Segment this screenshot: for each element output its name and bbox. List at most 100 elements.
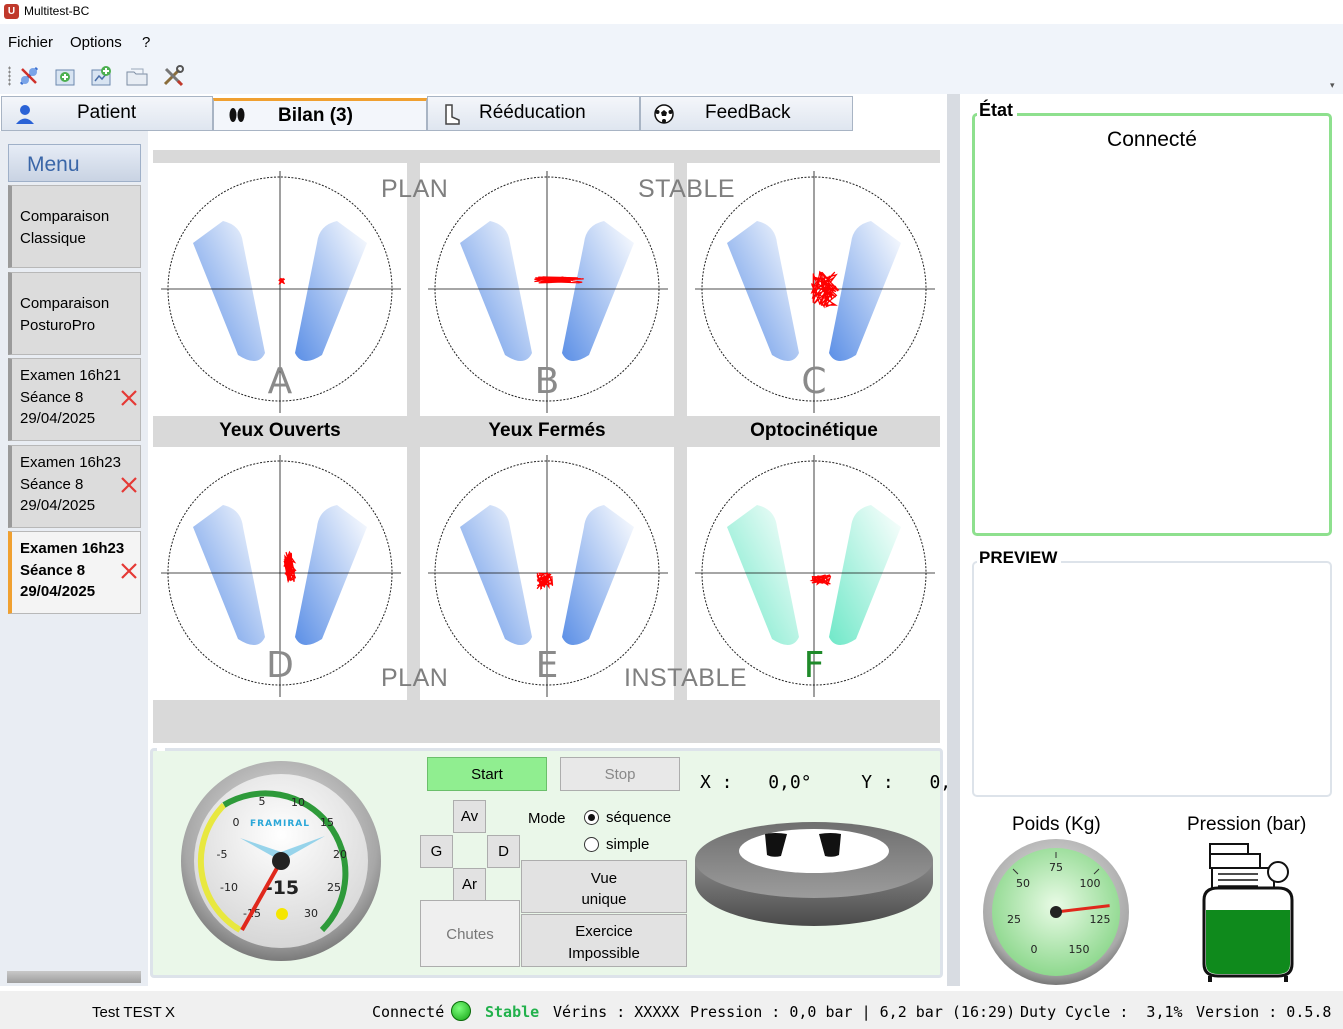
status-box-title: État [977, 100, 1018, 121]
close-patient-button[interactable]: X [165, 1004, 175, 1021]
tab-patient[interactable]: Patient [1, 96, 213, 131]
delete-exam-icon[interactable] [120, 562, 138, 580]
right-foot [562, 505, 634, 646]
move-left-button[interactable]: G [420, 835, 453, 868]
tools-icon[interactable] [161, 64, 185, 88]
soccer-ball-icon [653, 103, 675, 125]
weight-tick: 125 [1090, 913, 1111, 926]
tab-feedback-label: FeedBack [705, 102, 791, 123]
title-bar [0, 0, 1343, 24]
exam-date: 29/04/2025 [20, 583, 96, 600]
comparaison-classique-button[interactable]: Comparaison Classique [8, 185, 141, 268]
vue-unique-line2: unique [581, 891, 627, 908]
sway-trace [278, 277, 286, 285]
weight-gauge: 75 50 100 25 125 0 150 [982, 838, 1130, 986]
move-right-button[interactable]: D [487, 835, 520, 868]
exam-time: Examen 16h23 [20, 540, 125, 557]
weight-tick: 0 [1031, 943, 1038, 956]
side-item-line1: Comparaison [20, 208, 110, 225]
toolbar-grip[interactable] [8, 66, 11, 86]
move-back-button[interactable]: Ar [453, 868, 486, 901]
exam-time: Examen 16h23 [20, 454, 121, 471]
window-title: Multitest-BC [24, 4, 90, 18]
gauge-tick: 5 [259, 795, 266, 808]
stabilogram-a[interactable]: A [153, 163, 407, 416]
weight-tick: 100 [1080, 877, 1101, 890]
gauge-tick: 25 [327, 881, 341, 894]
chutes-button[interactable]: Chutes [420, 900, 520, 967]
stabilogram-e[interactable]: E [420, 447, 674, 700]
column-label-yeux-fermes: Yeux Fermés [488, 420, 606, 441]
panel-splitter[interactable] [947, 94, 960, 986]
menu-fichier[interactable]: Fichier [8, 34, 53, 51]
menu-options[interactable]: Options [70, 34, 122, 51]
gauge-tick: 10 [291, 796, 305, 809]
tab-feedback[interactable]: FeedBack [640, 96, 853, 131]
mode-simple-label[interactable]: simple [606, 836, 649, 853]
plan-label-bottom: PLAN [381, 664, 449, 692]
gauge-tick: -10 [220, 881, 238, 894]
exercice-impossible-button[interactable]: Exercice Impossible [521, 914, 687, 967]
stop-button[interactable]: Stop [560, 757, 680, 791]
left-foot [460, 221, 532, 362]
side-panel-scrollbar[interactable] [7, 971, 141, 983]
mode-sequence-radio[interactable] [583, 809, 600, 831]
exam-item-1[interactable]: Examen 16h21 Séance 8 29/04/2025 [8, 358, 141, 441]
add-patient-icon[interactable] [53, 64, 77, 88]
right-foot [295, 505, 367, 646]
cell-letter: E [536, 645, 559, 686]
tab-bilan[interactable]: Bilan (3) [213, 98, 427, 131]
status-pressure: Pression : 0,0 bar | 6,2 bar (16:29) [690, 1003, 1016, 1021]
cell-letter: A [268, 361, 293, 402]
disconnect-icon[interactable] [17, 64, 41, 88]
stabilogram-b[interactable]: B [420, 163, 674, 416]
delete-exam-icon[interactable] [120, 476, 138, 494]
connection-led-icon [451, 1001, 471, 1021]
sway-trace [809, 574, 832, 587]
comparaison-posturopro-button[interactable]: Comparaison PosturoPro [8, 272, 141, 355]
column-label-yeux-ouverts: Yeux Ouverts [219, 420, 341, 441]
stable-label: STABLE [638, 175, 736, 203]
app-logo: U [4, 4, 19, 19]
gauge-tick: 0 [233, 816, 240, 829]
exam-item-3[interactable]: Examen 16h23 Séance 8 29/04/2025 [8, 531, 141, 614]
move-forward-button[interactable]: Av [453, 800, 486, 833]
column-label-optocinetique: Optocinétique [750, 420, 878, 441]
weight-label: Poids (Kg) [1012, 814, 1101, 835]
left-foot [727, 505, 799, 646]
footprints-icon [226, 105, 248, 127]
exercice-line1: Exercice [575, 923, 633, 940]
side-menu-header: Menu [8, 144, 141, 182]
add-exam-icon[interactable] [89, 64, 113, 88]
menu-help[interactable]: ? [142, 34, 150, 51]
left-foot [193, 505, 265, 646]
weight-tick: 75 [1049, 861, 1063, 874]
status-verins: Vérins : XXXXX [553, 1003, 680, 1021]
exam-item-2[interactable]: Examen 16h23 Séance 8 29/04/2025 [8, 445, 141, 528]
vue-unique-button[interactable]: Vue unique [521, 860, 687, 913]
tilt-gauge: FRAMIRAL 5 10 15 20 25 30 0 -5 -10 -15 -… [180, 760, 382, 962]
person-icon [14, 103, 36, 125]
mode-label: Mode [528, 810, 566, 827]
exercice-line2: Impossible [568, 945, 640, 962]
delete-exam-icon[interactable] [120, 389, 138, 407]
stabilogram-d[interactable]: D [153, 447, 407, 700]
cell-letter: F [804, 645, 825, 686]
status-connection: Connecté [372, 1003, 445, 1021]
sway-trace [283, 550, 297, 584]
exam-date: 29/04/2025 [20, 410, 96, 427]
x-label: X : [700, 772, 733, 793]
tab-bilan-label: Bilan (3) [278, 105, 353, 126]
mode-simple-radio[interactable] [583, 836, 600, 858]
toolbar-overflow-icon[interactable]: ▾ [1330, 80, 1335, 91]
gauge-tick: 20 [333, 848, 347, 861]
mode-sequence-label[interactable]: séquence [606, 809, 671, 826]
stabilogram-f[interactable]: F [687, 447, 941, 700]
connection-status: Connecté [1107, 128, 1197, 151]
gauge-tick: -5 [217, 848, 228, 861]
open-folder-icon[interactable] [125, 64, 149, 88]
start-button[interactable]: Start [427, 757, 547, 791]
right-foot [829, 505, 901, 646]
tab-reeducation[interactable]: Rééducation [427, 96, 640, 131]
gauge-tick: 30 [304, 907, 318, 920]
